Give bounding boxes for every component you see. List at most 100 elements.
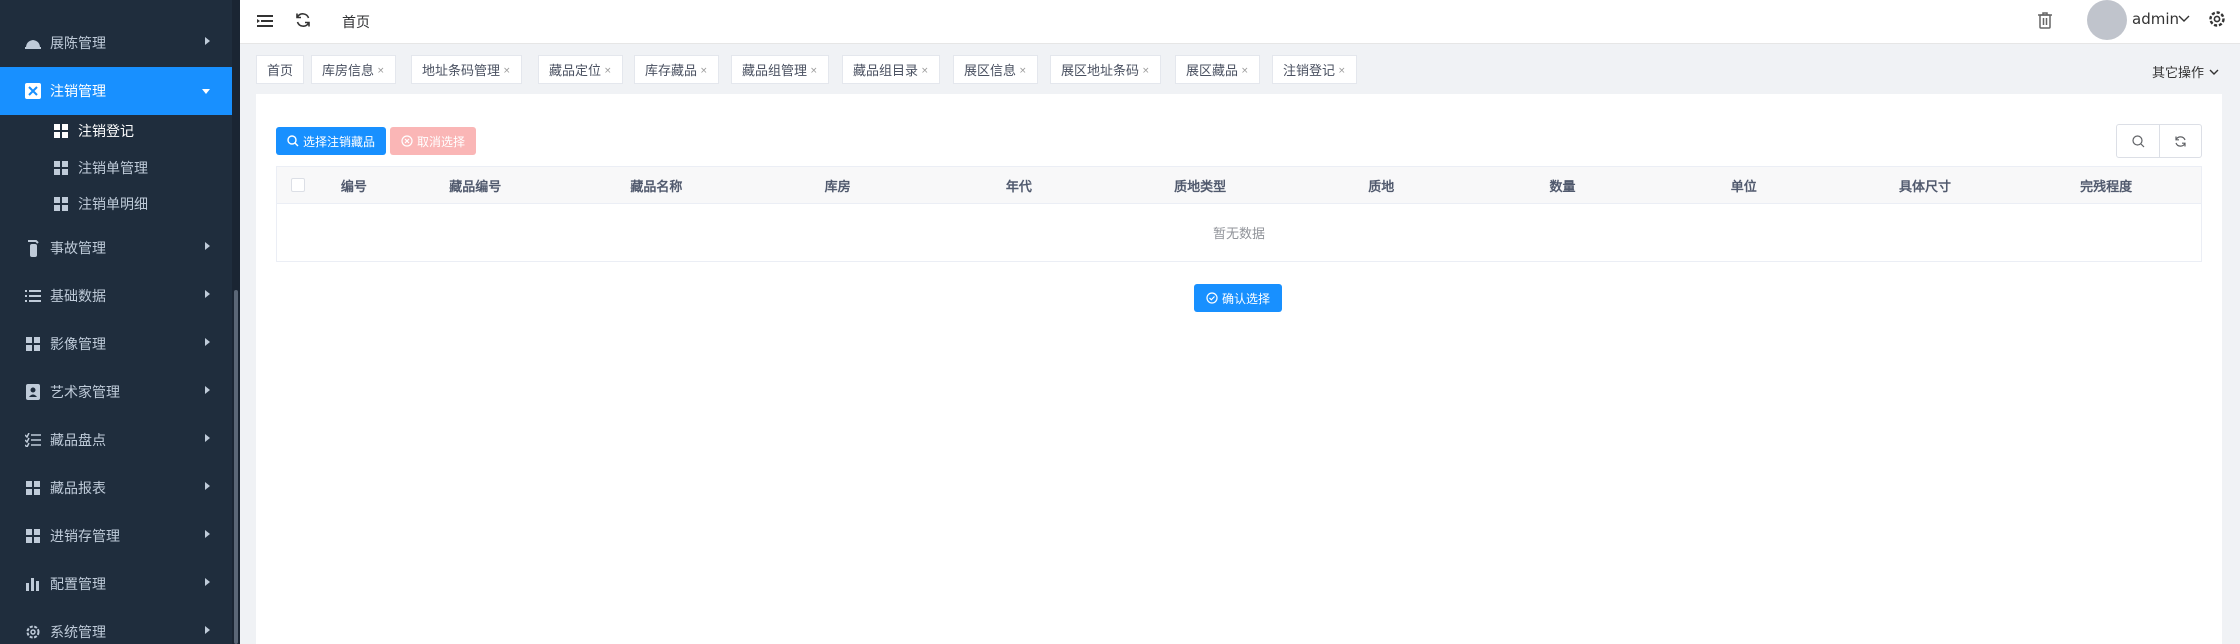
close-icon[interactable]: × (1142, 66, 1150, 76)
tag-label: 藏品定位 (549, 64, 602, 79)
tag-warehouse-info[interactable]: 库房信息 × (311, 55, 396, 84)
bar-chart-icon (24, 575, 42, 593)
list-icon (24, 287, 42, 305)
sidebar-subitem-register[interactable]: 注销登记 (0, 113, 232, 149)
tag-group-catalog[interactable]: 藏品组目录 × (842, 55, 940, 84)
tag-label: 地址条码管理 (422, 64, 501, 79)
trash-icon[interactable] (2035, 10, 2055, 30)
tag-label: 展区藏品 (1186, 64, 1239, 79)
column-header: 质地 (1368, 179, 1395, 195)
chevron-right-icon (205, 482, 210, 490)
close-icon[interactable]: × (503, 66, 511, 76)
column-header: 年代 (1005, 179, 1032, 195)
tag-item-location[interactable]: 藏品定位 × (538, 55, 623, 84)
close-icon[interactable]: × (921, 66, 929, 76)
checklist-icon (24, 431, 42, 449)
sidebar-item-stock[interactable]: 进销存管理 (0, 512, 232, 560)
top-header: 首页 admin (240, 0, 2240, 44)
tag-label: 藏品组目录 (853, 64, 919, 79)
other-operations-label: 其它操作 (2151, 66, 2204, 81)
tag-label: 首页 (267, 64, 294, 79)
sidebar-item-artist[interactable]: 艺术家管理 (0, 368, 232, 416)
cancel-selection-button[interactable]: 取消选择 (390, 127, 476, 155)
chevron-right-icon (205, 434, 210, 442)
cancel-selection-label: 取消选择 (416, 134, 465, 149)
sidebar-item-base-data[interactable]: 基础数据 (0, 272, 232, 320)
sidebar: 展陈管理 注销管理 注销登记 注销单管理 注销单明细 事故管理 基础数据 影像管… (0, 0, 240, 644)
other-operations-dropdown[interactable]: 其它操作 (2152, 62, 2220, 81)
close-icon[interactable]: × (700, 66, 708, 76)
gear-icon (24, 623, 42, 641)
sidebar-item-cancellation[interactable]: 注销管理 (0, 67, 232, 115)
close-icon[interactable]: × (810, 66, 818, 76)
tag-area-items[interactable]: 展区藏品 × (1175, 55, 1260, 84)
refresh-table-button[interactable] (2159, 125, 2201, 157)
sidebar-item-label: 影像管理 (50, 337, 106, 353)
close-circle-icon (401, 135, 413, 147)
select-cancel-items-label: 选择注销藏品 (302, 134, 375, 149)
sidebar-item-exhibition[interactable]: 展陈管理 (0, 19, 232, 67)
avatar[interactable] (2087, 0, 2127, 40)
table-header: 编号 藏品编号 藏品名称 库房 年代 质地类型 质地 数量 单位 具体尺寸 完残… (277, 167, 2201, 203)
select-cancel-items-button[interactable]: 选择注销藏品 (276, 127, 386, 155)
sidebar-item-system[interactable]: 系统管理 (0, 608, 232, 644)
confirm-selection-button[interactable]: 确认选择 (1194, 284, 1282, 312)
close-icon[interactable]: × (604, 66, 612, 76)
gear-icon[interactable] (2207, 9, 2227, 29)
tag-label: 注销登记 (1283, 64, 1336, 79)
close-icon[interactable]: × (1338, 66, 1346, 76)
tags-view: 首页 库房信息 × 地址条码管理 × 藏品定位 × 库存藏品 × 藏品组管理 × 藏品组目… (240, 44, 2240, 94)
chevron-right-icon (205, 290, 210, 298)
chevron-right-icon (205, 626, 210, 634)
sidebar-item-accident[interactable]: 事故管理 (0, 224, 232, 272)
refresh-icon[interactable] (294, 11, 312, 29)
tag-area-barcode[interactable]: 展区地址条码 × (1050, 55, 1161, 84)
sidebar-item-label: 注销管理 (50, 84, 106, 100)
chevron-down-icon (202, 89, 210, 94)
close-icon[interactable]: × (1241, 66, 1249, 76)
column-header: 完残程度 (2080, 179, 2133, 195)
tag-label: 库存藏品 (645, 64, 698, 79)
breadcrumb[interactable]: 首页 (342, 12, 370, 32)
table-tools (2116, 124, 2202, 158)
sidebar-subitem-order-detail[interactable]: 注销单明细 (0, 186, 232, 222)
refresh-icon (2175, 135, 2186, 147)
tag-label: 展区地址条码 (1061, 64, 1140, 79)
sidebar-item-label: 基础数据 (50, 289, 106, 305)
close-icon[interactable]: × (377, 66, 385, 76)
column-header: 库房 (824, 179, 851, 195)
tag-label: 库房信息 (322, 64, 375, 79)
chevron-right-icon (205, 338, 210, 346)
sidebar-scrollbar[interactable] (234, 290, 238, 644)
sidebar-item-image[interactable]: 影像管理 (0, 320, 232, 368)
tag-label: 藏品组管理 (742, 64, 808, 79)
sidebar-item-config[interactable]: 配置管理 (0, 560, 232, 608)
tag-home[interactable]: 首页 (256, 55, 305, 84)
main-panel: 选择注销藏品 取消选择 编号 藏品编号 藏品名称 库房 年代 质地类型 质地 数… (256, 94, 2222, 644)
data-table: 编号 藏品编号 藏品名称 库房 年代 质地类型 质地 数量 单位 具体尺寸 完残… (276, 166, 2202, 262)
grid-icon (54, 197, 68, 211)
chevron-down-icon (2209, 69, 2219, 75)
tag-stock-items[interactable]: 库存藏品 × (634, 55, 719, 84)
search-toggle-button[interactable] (2117, 125, 2159, 157)
tag-area-info[interactable]: 展区信息 × (953, 55, 1038, 84)
grid-icon (24, 335, 42, 353)
select-all-checkbox[interactable] (291, 178, 305, 192)
hamburger-icon[interactable] (256, 12, 274, 30)
sidebar-item-inventory-check[interactable]: 藏品盘点 (0, 416, 232, 464)
x-box-icon (24, 82, 42, 100)
tag-barcode-manage[interactable]: 地址条码管理 × (411, 55, 522, 84)
sidebar-item-report[interactable]: 藏品报表 (0, 464, 232, 512)
sidebar-subitem-label: 注销单管理 (78, 161, 148, 177)
sidebar-item-label: 系统管理 (50, 625, 106, 641)
column-header: 具体尺寸 (1898, 179, 1951, 195)
column-header: 数量 (1549, 179, 1576, 195)
close-icon[interactable]: × (1019, 66, 1027, 76)
tag-cancel-register[interactable]: 注销登记 × (1272, 55, 1357, 84)
grid-icon (54, 161, 68, 175)
tag-group-manage[interactable]: 藏品组管理 × (731, 55, 829, 84)
empty-text: 暂无数据 (277, 203, 2201, 261)
user-name[interactable]: admin (2132, 10, 2179, 28)
chevron-down-icon[interactable] (2177, 11, 2191, 25)
sidebar-subitem-order-manage[interactable]: 注销单管理 (0, 150, 232, 186)
